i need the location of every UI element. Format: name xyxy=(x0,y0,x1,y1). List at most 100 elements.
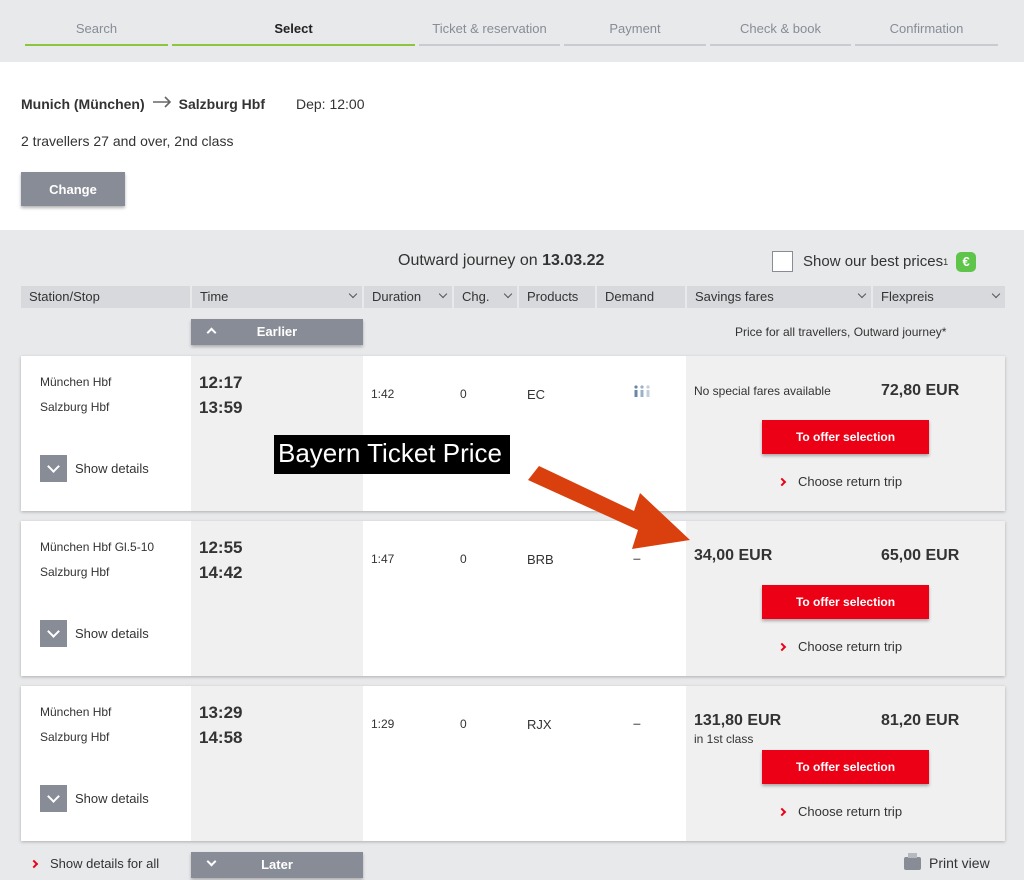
journey-summary: Munich (München) Salzburg Hbf Dep: 12:00… xyxy=(0,62,1024,230)
journey-row[interactable]: München Hbf Salzburg Hbf 13:29 14:58 1:2… xyxy=(21,686,1005,841)
best-prices-checkbox[interactable] xyxy=(772,251,793,272)
departure-time: 12:17 xyxy=(199,373,243,392)
change-button[interactable]: Change xyxy=(21,172,125,206)
step-payment: Payment xyxy=(564,0,706,46)
choose-return-trip-link[interactable]: Choose return trip xyxy=(777,804,902,819)
step-ticket-reservation: Ticket & reservation xyxy=(419,0,560,46)
savings-fare: No special fares available xyxy=(694,384,831,398)
step-confirmation: Confirmation xyxy=(855,0,998,46)
chevron-down-icon[interactable] xyxy=(40,785,67,812)
step-select: Select xyxy=(172,0,415,46)
outward-journey-title: Outward journey on 13.03.22 xyxy=(398,252,605,269)
changes: 0 xyxy=(460,717,467,731)
show-details[interactable]: Show details xyxy=(40,785,149,812)
product: BRB xyxy=(527,552,554,567)
changes: 0 xyxy=(460,387,467,401)
departure-time: Dep: 12:00 xyxy=(296,95,365,112)
offer-selection-button[interactable]: To offer selection xyxy=(762,585,929,619)
journey-date: 13.03.22 xyxy=(542,252,605,269)
offer-selection-button[interactable]: To offer selection xyxy=(762,420,929,454)
arrival-station: Salzburg Hbf xyxy=(40,565,110,579)
step-bar xyxy=(710,44,851,46)
demand-people-icon xyxy=(633,385,651,400)
chevron-right-icon xyxy=(777,642,787,651)
show-details-for-all-link[interactable]: Show details for all xyxy=(29,856,159,871)
step-check-book: Check & book xyxy=(710,0,851,46)
best-prices-label: Show our best prices xyxy=(803,253,944,270)
product: RJX xyxy=(527,717,552,732)
departure-station: München Hbf Gl.5-10 xyxy=(40,540,155,554)
savings-fare-price[interactable]: 34,00 EUR xyxy=(694,547,772,565)
savings-fare-class: in 1st class xyxy=(694,732,754,746)
step-bar xyxy=(172,44,415,46)
column-products: Products xyxy=(519,286,595,308)
departure-station: München Hbf xyxy=(40,705,112,719)
show-details[interactable]: Show details xyxy=(40,620,149,647)
origin-station: Munich (München) xyxy=(21,95,145,112)
arrival-station: Salzburg Hbf xyxy=(40,400,110,414)
arrival-time: 14:58 xyxy=(199,728,243,747)
chevron-down-icon xyxy=(857,289,867,299)
step-bar xyxy=(564,44,706,46)
step-search[interactable]: Search xyxy=(25,0,168,46)
step-bar xyxy=(855,44,998,46)
progress-steps: Search Select Ticket & reservation Payme… xyxy=(0,0,1024,62)
chevron-down-icon xyxy=(348,289,358,299)
duration: 1:29 xyxy=(371,717,395,731)
demand-value: – xyxy=(633,550,641,566)
show-details[interactable]: Show details xyxy=(40,455,149,482)
changes: 0 xyxy=(460,552,467,566)
chevron-right-icon xyxy=(777,477,787,486)
travellers-info: 2 travellers 27 and over, 2nd class xyxy=(21,133,234,149)
destination-station: Salzburg Hbf xyxy=(178,95,265,112)
print-view-link[interactable]: Print view xyxy=(904,852,990,871)
arrow-right-icon xyxy=(152,95,172,112)
arrival-station: Salzburg Hbf xyxy=(40,730,110,744)
column-station: Station/Stop xyxy=(21,286,190,308)
departure-time: 12:55 xyxy=(199,538,243,557)
column-time[interactable]: Time xyxy=(192,286,362,308)
departure-station: München Hbf xyxy=(40,375,112,389)
earlier-button[interactable]: Earlier xyxy=(191,319,363,345)
step-bar xyxy=(25,44,168,46)
departure-time: 13:29 xyxy=(199,703,243,722)
chevron-right-icon xyxy=(777,807,787,816)
price-note: Price for all travellers, Outward journe… xyxy=(735,325,947,339)
flexpreis-price[interactable]: 81,20 EUR xyxy=(881,712,959,730)
arrival-time: 14:42 xyxy=(199,563,243,582)
column-changes[interactable]: Chg. xyxy=(454,286,517,308)
footnote-marker: 1 xyxy=(943,256,949,267)
route: Munich (München) Salzburg Hbf Dep: 12:00 xyxy=(21,95,365,112)
chevron-up-icon xyxy=(206,327,217,338)
chevron-right-icon xyxy=(29,859,39,868)
step-bar xyxy=(419,44,560,46)
savings-fare-price[interactable]: 131,80 EUR xyxy=(694,712,781,730)
flexpreis-price[interactable]: 72,80 EUR xyxy=(881,382,959,400)
choose-return-trip-link[interactable]: Choose return trip xyxy=(777,474,902,489)
chevron-down-icon xyxy=(991,289,1001,299)
choose-return-trip-link[interactable]: Choose return trip xyxy=(777,639,902,654)
demand-value: – xyxy=(633,715,641,731)
offer-selection-button[interactable]: To offer selection xyxy=(762,750,929,784)
chevron-down-icon xyxy=(503,289,513,299)
later-button[interactable]: Later xyxy=(191,852,363,878)
duration: 1:42 xyxy=(371,387,395,401)
journey-row[interactable]: München Hbf Gl.5-10 Salzburg Hbf 12:55 1… xyxy=(21,521,1005,676)
duration: 1:47 xyxy=(371,552,395,566)
column-savings-fares[interactable]: Savings fares xyxy=(687,286,871,308)
printer-icon xyxy=(904,852,921,870)
best-prices-toggle[interactable]: Show our best prices 1 € xyxy=(772,251,977,272)
annotation-label: Bayern Ticket Price xyxy=(274,435,510,474)
product: EC xyxy=(527,387,546,402)
column-demand: Demand xyxy=(597,286,685,308)
column-duration[interactable]: Duration xyxy=(364,286,452,308)
flexpreis-price[interactable]: 65,00 EUR xyxy=(881,547,959,565)
chevron-down-icon[interactable] xyxy=(40,455,67,482)
arrival-time: 13:59 xyxy=(199,398,243,417)
euro-icon: € xyxy=(956,251,977,272)
journey-row[interactable]: München Hbf Salzburg Hbf 12:17 13:59 1:4… xyxy=(21,356,1005,511)
chevron-down-icon[interactable] xyxy=(40,620,67,647)
chevron-down-icon xyxy=(206,856,217,867)
chevron-down-icon xyxy=(438,289,448,299)
column-flexpreis[interactable]: Flexpreis xyxy=(873,286,1005,308)
